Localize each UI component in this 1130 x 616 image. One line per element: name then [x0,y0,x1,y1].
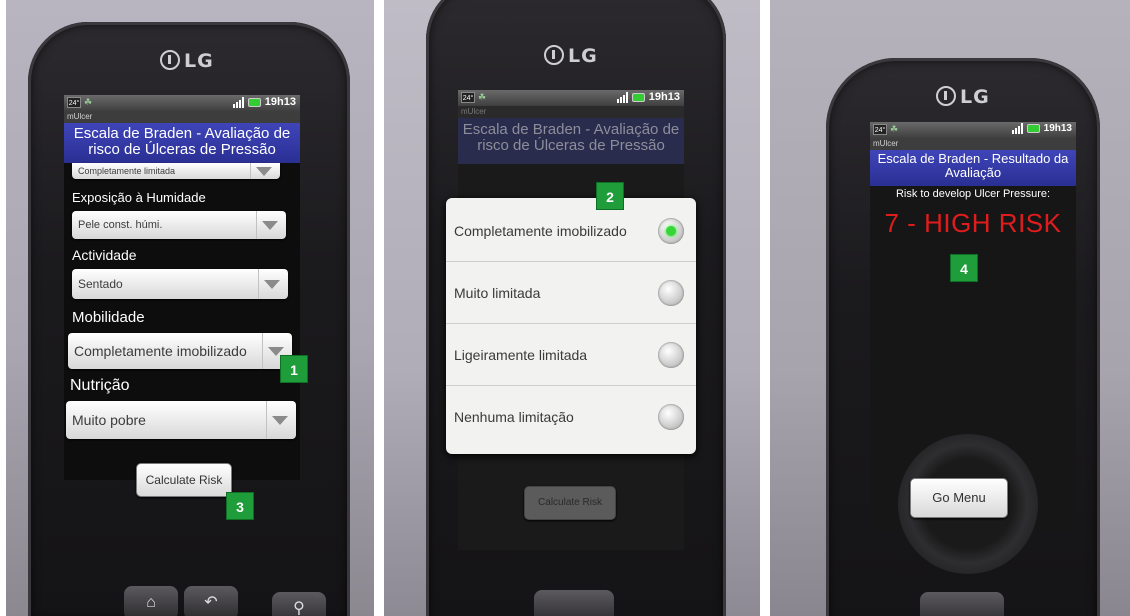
usb-icon: ☘ [478,92,487,102]
signal-icon [1011,123,1023,134]
option-slightly-limited[interactable]: Ligeiramente limitada [446,324,696,386]
label-humidity: Exposição à Humidade [72,190,206,205]
status-bar: 24° ☘ 19h13 [870,122,1076,138]
app-name: mUlcer [458,106,684,118]
temperature-badge: 24° [67,97,81,108]
screenshot-panel-result: LG 24° ☘ 19h13 mUlcer Escala de Braden - … [770,0,1130,616]
option-label: Completamente imobilizado [454,222,627,239]
risk-label: Risk to develop Ulcer Pressure: [895,188,1051,200]
chevron-down-icon [266,401,292,439]
lg-logo-icon [160,50,180,70]
label-activity: Actividade [72,247,137,263]
brand-text: LG [568,45,598,67]
spinner-previous-value: Completamente limitada [78,166,176,176]
signal-icon [232,96,244,108]
spinner-nutrition[interactable]: Muito pobre [66,401,296,439]
screenshot-panel-form: LG 24° ☘ 19h13 mUlcer Escala de Braden - … [6,0,374,616]
clock: 19h13 [648,91,680,103]
calculate-risk-button-dimmed: Calculate Risk [524,486,616,520]
screenshot-panel-dialog: LG 24° ☘ 19h13 mUlcer Escala de Braden - … [384,0,760,616]
label-nutrition: Nutrição [70,377,130,394]
home-key[interactable] [534,590,614,616]
search-key[interactable]: ⚲ [272,592,326,616]
usb-icon: ☘ [84,97,93,107]
chevron-down-icon [250,163,276,179]
spinner-humidity-value: Pele const. húmi. [78,219,163,231]
home-key[interactable] [920,592,1004,616]
spinner-activity-value: Sentado [78,277,123,291]
marker-2: 2 [596,182,624,210]
option-label: Ligeiramente limitada [454,346,588,363]
brand-text: LG [184,50,214,72]
label-mobility: Mobilidade [72,309,145,326]
lg-logo: LG [160,50,214,72]
page-title: Escala de Braden - Avaliação de risco de… [64,123,300,163]
spinner-activity[interactable]: Sentado [72,269,288,299]
marker-1: 1 [280,355,308,383]
options-dialog: Completamente imobilizado Muito limitada… [446,198,696,454]
usb-icon: ☘ [890,124,899,134]
chevron-down-icon [256,211,282,239]
option-very-limited[interactable]: Muito limitada [446,262,696,324]
phone-screen: 24° ☘ 19h13 mUlcer Escala de Braden - Ava… [64,95,300,480]
go-menu-button[interactable]: Go Menu [910,478,1008,518]
home-key[interactable]: ⌂ [124,586,178,616]
lg-logo-icon [544,45,564,65]
brand-text: LG [960,86,990,108]
status-bar: 24° ☘ 19h13 [458,90,684,106]
battery-icon [631,92,645,102]
lg-logo: LG [936,86,990,108]
marker-3: 3 [226,492,254,520]
page-title-dimmed: Escala de Braden - Avaliação de risco de… [458,118,684,164]
radio-selected[interactable] [658,217,684,244]
clock: 19h13 [264,96,296,108]
battery-icon [247,97,261,107]
calculate-risk-button[interactable]: Calculate Risk [136,463,232,497]
lg-logo: LG [544,45,598,67]
lg-logo-icon [936,86,956,106]
app-name: mUlcer [870,138,1076,150]
back-key[interactable]: ↶ [184,586,238,616]
chevron-down-icon [258,269,284,299]
signal-icon [616,91,628,103]
spinner-previous[interactable]: Completamente limitada [72,163,280,179]
option-label: Muito limitada [454,284,541,301]
spinner-mobility[interactable]: Completamente imobilizado [68,333,292,369]
radio-unselected[interactable] [658,404,684,430]
spinner-nutrition-value: Muito pobre [72,412,146,428]
option-no-limitation[interactable]: Nenhuma limitação [446,386,696,448]
app-name: mUlcer [64,111,300,123]
option-label: Nenhuma limitação [454,409,574,425]
radio-unselected[interactable] [658,341,684,368]
temperature-badge: 24° [461,92,475,103]
option-completely-immobilized[interactable]: Completamente imobilizado [446,200,696,262]
battery-icon [1026,124,1040,133]
marker-4: 4 [950,254,978,282]
clock: 19h13 [1043,123,1072,134]
spinner-humidity[interactable]: Pele const. húmi. [72,211,286,239]
page-title: Escala de Braden - Resultado da Avaliaçã… [870,150,1076,186]
status-bar: 24° ☘ 19h13 [64,95,300,111]
risk-result: 7 - HIGH RISK [884,208,1062,238]
spinner-mobility-value: Completamente imobilizado [74,343,247,359]
temperature-badge: 24° [873,124,887,135]
radio-unselected[interactable] [658,279,684,306]
